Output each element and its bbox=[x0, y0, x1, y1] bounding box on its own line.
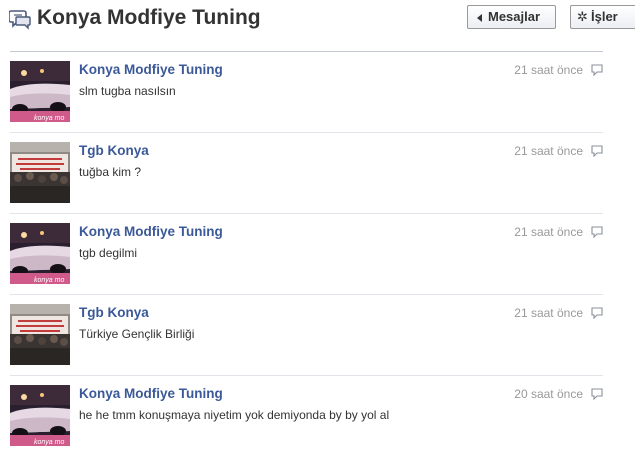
sender-name[interactable]: Konya Modfiye Tuning bbox=[79, 224, 223, 239]
message-list: konya mo Konya Modfiye Tuning slm tugba … bbox=[0, 52, 635, 456]
crowd-photo bbox=[10, 142, 70, 203]
car-photo: konya mo bbox=[10, 61, 70, 122]
avatar[interactable]: konya mo bbox=[10, 385, 70, 446]
message-row[interactable]: konya mo Konya Modfiye Tuning tgb degilm… bbox=[10, 214, 603, 295]
reply-icon[interactable] bbox=[591, 145, 603, 157]
timestamp: 21 saat önce bbox=[514, 144, 583, 158]
reply-icon[interactable] bbox=[591, 307, 603, 319]
avatar[interactable] bbox=[10, 142, 70, 203]
crowd-photo bbox=[10, 304, 70, 365]
messages-icon bbox=[9, 10, 31, 30]
sender-name[interactable]: Tgb Konya bbox=[79, 305, 149, 320]
message-text: tuğba kim ? bbox=[79, 165, 142, 179]
car-photo: konya mo bbox=[10, 223, 70, 284]
back-button-label: Mesajlar bbox=[488, 9, 541, 24]
message-row[interactable]: konya mo Konya Modfiye Tuning he he tmm … bbox=[10, 376, 603, 456]
timestamp: 20 saat önce bbox=[514, 387, 583, 401]
message-text: slm tugba nasılsın bbox=[79, 84, 176, 98]
avatar[interactable]: konya mo bbox=[10, 223, 70, 284]
timestamp: 21 saat önce bbox=[514, 306, 583, 320]
actions-button[interactable]: ✲ İşler bbox=[570, 5, 635, 29]
message-row[interactable]: Tgb Konya Türkiye Gençlik Birliği 21 saa… bbox=[10, 295, 603, 376]
avatar-caption: konya mo bbox=[34, 115, 64, 122]
timestamp: 21 saat önce bbox=[514, 63, 583, 77]
sender-name[interactable]: Tgb Konya bbox=[79, 143, 149, 158]
sender-name[interactable]: Konya Modfiye Tuning bbox=[79, 386, 223, 401]
thread-header: Konya Modfiye Tuning Mesajlar ✲ İşler bbox=[0, 0, 635, 46]
gear-icon: ✲ bbox=[577, 9, 588, 24]
message-text: tgb degilmi bbox=[79, 246, 138, 260]
car-photo: konya mo bbox=[10, 385, 70, 446]
avatar[interactable]: konya mo bbox=[10, 61, 70, 122]
back-arrow-icon bbox=[477, 14, 482, 22]
message-text: Türkiye Gençlik Birliği bbox=[79, 327, 195, 341]
reply-icon[interactable] bbox=[591, 226, 603, 238]
message-row[interactable]: Tgb Konya tuğba kim ? 21 saat önce bbox=[10, 133, 603, 214]
messages-page: Konya Modfiye Tuning Mesajlar ✲ İşler ko… bbox=[0, 0, 635, 456]
sender-name[interactable]: Konya Modfiye Tuning bbox=[79, 62, 223, 77]
reply-icon[interactable] bbox=[591, 388, 603, 400]
avatar-caption: konya mo bbox=[34, 439, 64, 446]
avatar-caption: konya mo bbox=[34, 277, 64, 284]
message-row[interactable]: konya mo Konya Modfiye Tuning slm tugba … bbox=[10, 52, 603, 133]
actions-button-label: İşler bbox=[591, 9, 618, 24]
reply-icon[interactable] bbox=[591, 64, 603, 76]
back-to-messages-button[interactable]: Mesajlar bbox=[467, 5, 556, 29]
page-title: Konya Modfiye Tuning bbox=[37, 6, 261, 29]
message-text: he he tmm konuşmaya niyetim yok demiyond… bbox=[79, 408, 390, 422]
timestamp: 21 saat önce bbox=[514, 225, 583, 239]
avatar[interactable] bbox=[10, 304, 70, 365]
